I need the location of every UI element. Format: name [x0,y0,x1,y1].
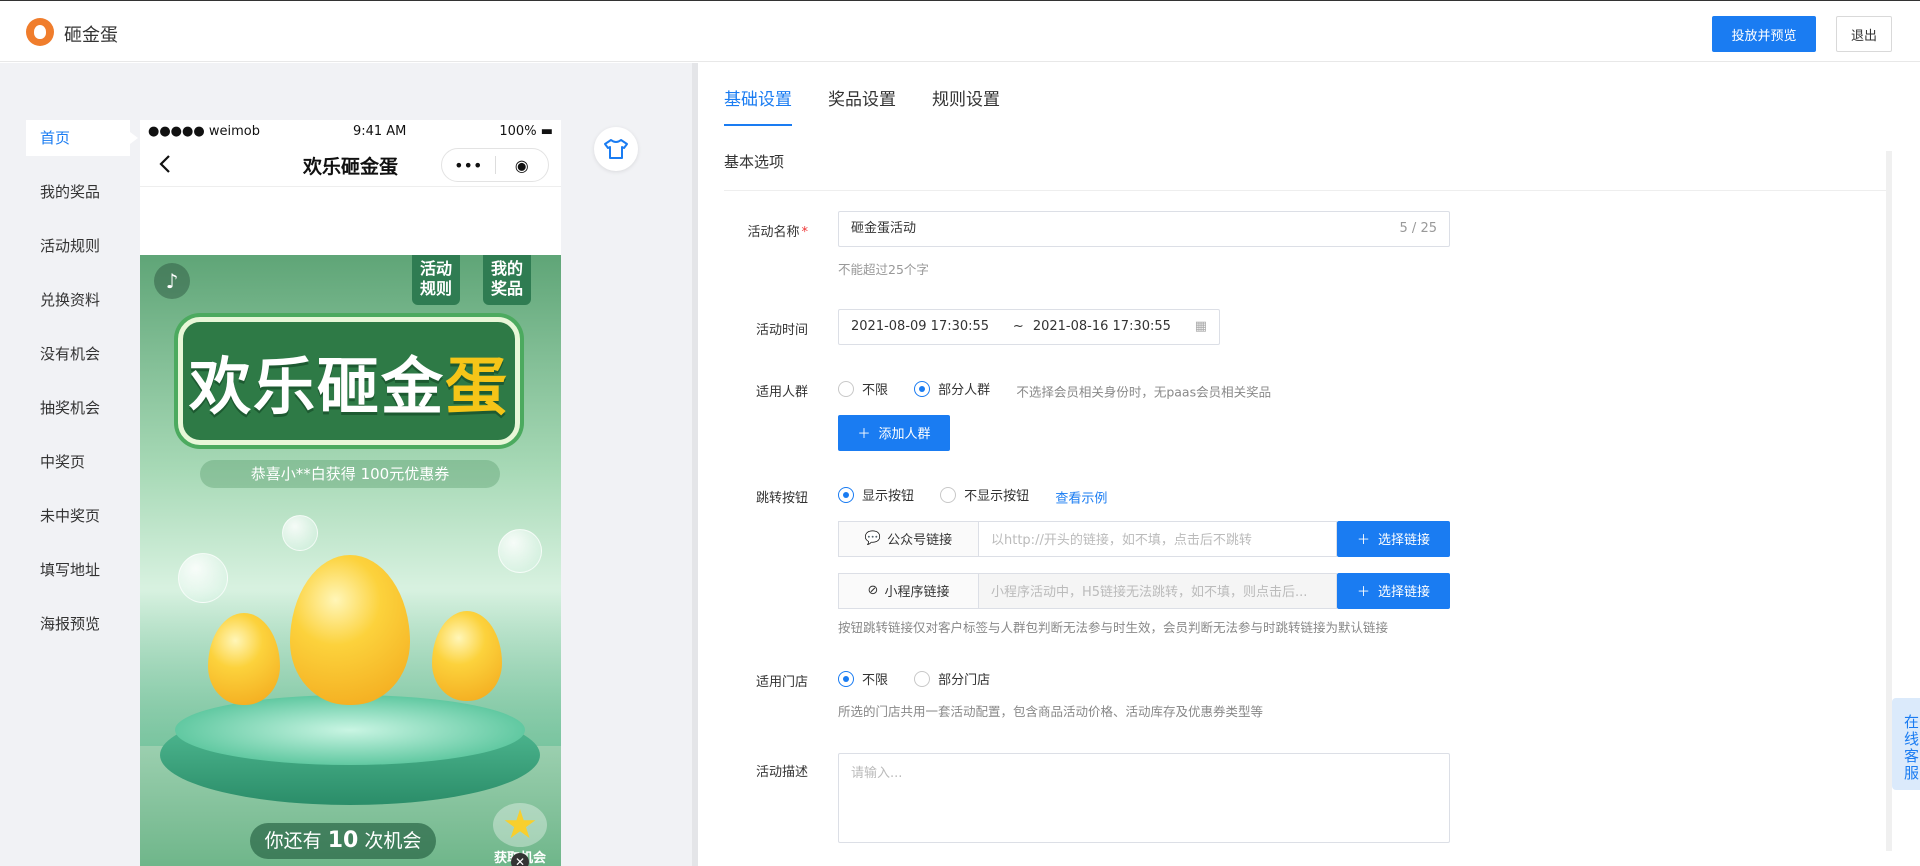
radio-icon [838,486,854,503]
online-service-tab[interactable]: 在线客服 [1892,698,1920,790]
activity-name-input[interactable]: 砸金蛋活动 5 / 25 [838,211,1450,247]
settings-panel: 基础设置 奖品设置 规则设置 基本选项 活动名称 * 砸金蛋活动 5 / 25 不… [698,63,1920,866]
wechat-icon: 💬 [864,531,882,546]
carrier-label: ●●●●● weimob [148,123,260,139]
logout-button[interactable]: 退出 [1836,16,1892,52]
my-prizes-tag-button[interactable]: 我的 奖品 [483,255,531,305]
preview-region: 首页 我的奖品 活动规则 兑换资料 没有机会 抽奖机会 中奖页 未中奖页 填写地… [0,63,694,866]
char-counter: 5 / 25 [1399,221,1437,236]
status-time: 9:41 AM [352,123,407,139]
official-account-link-row: 💬 公众号链接 以http://开头的链接，如不填，点击后不跳转 ＋选择链接 [838,520,1450,557]
page-nav-item-lose-page[interactable]: 未中奖页 [26,498,130,552]
radio-icon [940,486,957,503]
page-nav-item-redeem-info[interactable]: 兑换资料 [26,282,130,336]
page-nav-item-address[interactable]: 填写地址 [26,552,130,606]
banner-title: 欢乐砸金蛋 [188,350,510,423]
activity-time-range-picker[interactable]: 2021-08-09 17:30:55 ~ 2021-08-16 17:30:5… [838,309,1220,345]
battery-label: 100% ▬ [499,123,553,139]
winner-notice: 恭喜小**白获得 100元优惠券 [200,460,500,488]
stores-option-unlimited[interactable]: 不限 [838,669,888,688]
mini-program-link-input[interactable]: 小程序活动中，H5链接无法跳转，如不填，则点击后... [978,572,1337,609]
radio-icon [914,670,931,687]
mini-program-capsule: ••• ◉ [441,148,549,182]
publish-preview-button[interactable]: 投放并预览 [1712,16,1816,52]
description-textarea[interactable]: 请输入... [838,753,1450,843]
close-target-icon[interactable]: ◉ [496,156,549,175]
add-audience-button[interactable]: ＋添加人群 [838,414,950,451]
jump-option-hide[interactable]: 不显示按钮 [940,485,1029,504]
jump-button-hint: 按钮跳转链接仅对客户标签与人群包判断无法参与时生效，会员判断无法参与时跳转链接为… [838,619,1389,635]
coupon-bubble-icon [498,529,542,573]
tab-basic-settings[interactable]: 基础设置 [724,85,792,126]
page-nav-item-my-prizes[interactable]: 我的奖品 [26,174,130,228]
settings-tabs: 基础设置 奖品设置 规则设置 [724,85,1036,126]
theme-skin-button[interactable] [594,127,638,171]
page-nav-item-rules[interactable]: 活动规则 [26,228,130,282]
audience-option-unlimited[interactable]: 不限 [838,379,888,398]
activity-name-hint: 不能超过25个字 [838,262,929,277]
range-separator: ~ [1012,319,1024,334]
end-time-value[interactable]: 2021-08-16 17:30:55 [1033,310,1195,344]
rules-tag-button[interactable]: 活动 规则 [412,255,460,305]
game-title-banner: 欢乐砸金蛋 [178,317,520,445]
plus-icon: ＋ [1356,533,1370,548]
page-nav-item-win-page[interactable]: 中奖页 [26,444,130,498]
jump-option-show[interactable]: 显示按钮 [838,485,914,504]
activity-name-label: 活动名称 * [747,225,808,240]
mini-program-link-type[interactable]: ⊘ 小程序链接 [838,572,978,609]
audience-note: 不选择会员相关身份时，无paas会员相关奖品 [1016,384,1272,400]
select-link-button-mini[interactable]: ＋选择链接 [1337,572,1450,609]
red-packet-bubble-icon [178,553,228,603]
radio-icon [914,380,931,397]
more-icon[interactable]: ••• [442,156,495,175]
egg-game-canvas: ♪ 活动 规则 我的 奖品 欢乐砸金蛋 恭喜小**白获得 100元优惠券 你还有… [140,255,561,866]
official-account-link-input[interactable]: 以http://开头的链接，如不填，点击后不跳转 [978,520,1337,557]
plus-icon: ＋ [1356,585,1370,600]
stores-hint: 所选的门店共用一套活动配置，包含商品活动价格、活动库存及优惠券类型等 [838,703,1264,719]
audience-label: 适用人群 [755,385,808,400]
phone-preview: ●●●●● weimob 9:41 AM 100% ▬ 欢乐砸金蛋 ••• ◉ … [140,120,561,866]
stores-option-partial[interactable]: 部分门店 [914,669,990,688]
shirt-icon [604,139,628,159]
view-example-link[interactable]: 查看示例 [1055,492,1107,507]
select-link-button-official[interactable]: ＋选择链接 [1337,520,1450,557]
coin-bubble-icon [282,515,318,551]
tab-rule-settings[interactable]: 规则设置 [932,85,1000,126]
battery-icon: ▬ [540,123,553,139]
radio-icon [838,380,854,397]
music-icon[interactable]: ♪ [154,263,190,299]
phone-status-bar: ●●●●● weimob 9:41 AM 100% ▬ [140,120,561,142]
page-nav-item-home[interactable]: 首页 [26,120,138,156]
plus-icon: ＋ [857,427,871,442]
egg-pedestal-top [175,695,525,765]
center-golden-egg[interactable] [290,555,410,705]
star-icon: ★ [493,803,547,847]
jump-button-label: 跳转按钮 [755,491,808,506]
remaining-chances: 你还有 10 次机会 [250,823,436,859]
app-title: 砸金蛋 [64,25,118,46]
page-nav-item-no-chance[interactable]: 没有机会 [26,336,130,390]
tab-prize-settings[interactable]: 奖品设置 [828,85,896,126]
mini-program-link-row: ⊘ 小程序链接 小程序活动中，H5链接无法跳转，如不填，则点击后... ＋选择链接 [838,572,1450,609]
stores-label: 适用门店 [755,675,808,690]
phone-nav-bar: 欢乐砸金蛋 ••• ◉ [140,142,561,187]
audience-option-partial[interactable]: 部分人群 [914,379,990,398]
page-nav-item-draw-chance[interactable]: 抽奖机会 [26,390,130,444]
activity-time-label: 活动时间 [755,323,808,338]
description-label: 活动描述 [755,765,808,780]
close-icon[interactable]: ✕ [511,853,529,866]
calendar-icon: ▦ [1194,319,1207,334]
official-account-link-type[interactable]: 💬 公众号链接 [838,520,978,557]
app-logo-icon [26,18,54,46]
page-nav: 首页 我的奖品 活动规则 兑换资料 没有机会 抽奖机会 中奖页 未中奖页 填写地… [26,120,138,660]
mini-program-icon: ⊘ [867,583,879,598]
top-bar: 砸金蛋 投放并预览 退出 [0,0,1920,62]
section-title: 基本选项 [724,151,1888,191]
page-nav-item-poster-preview[interactable]: 海报预览 [26,606,130,660]
start-time-value[interactable]: 2021-08-09 17:30:55 [851,310,1013,344]
radio-icon [838,670,854,687]
